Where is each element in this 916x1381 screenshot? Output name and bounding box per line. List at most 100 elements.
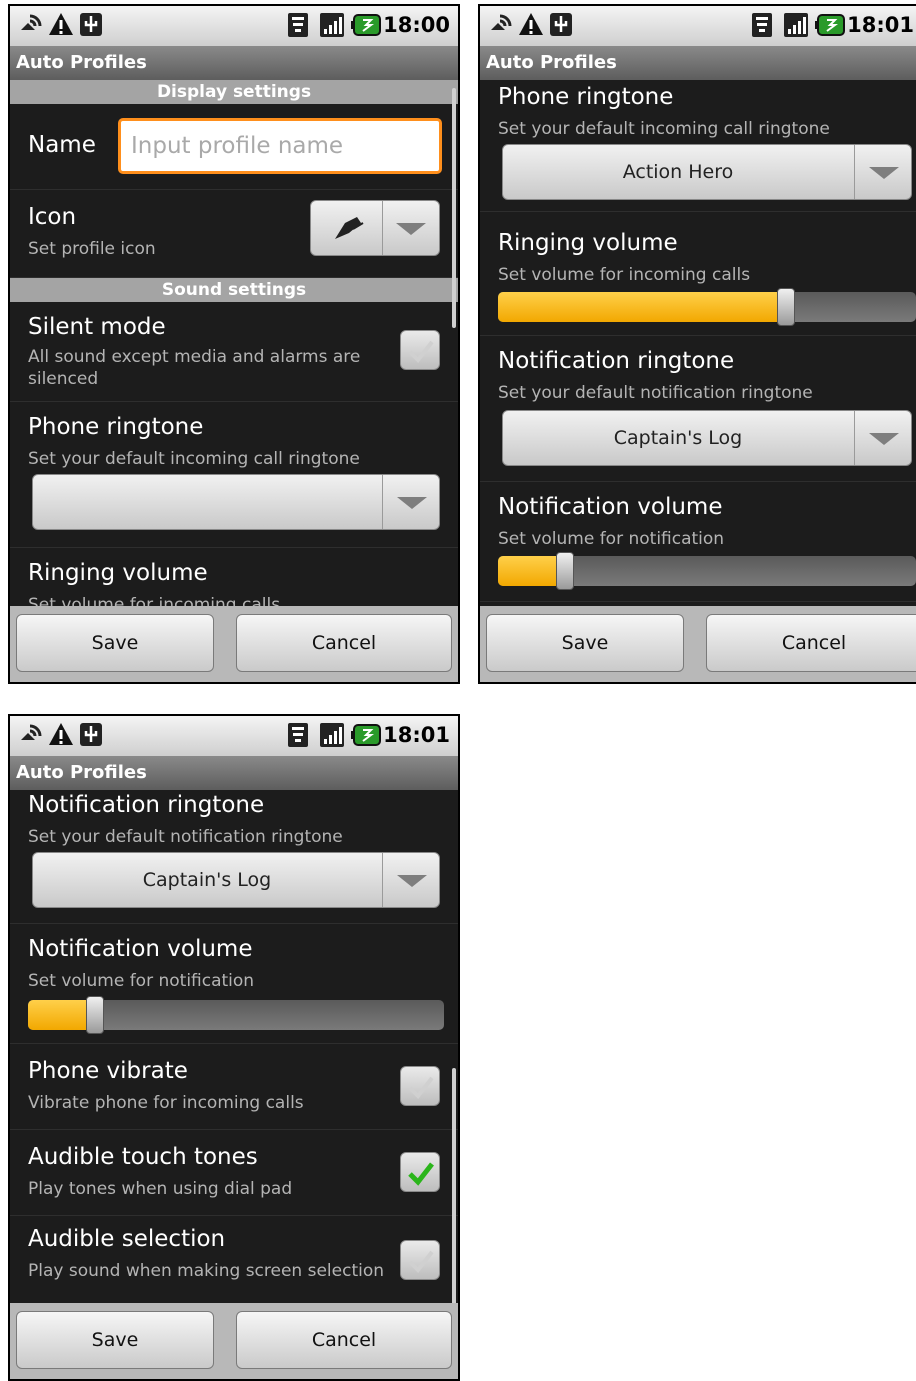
audible-touch-tones-row[interactable]: Audible touch tones Play tones when usin…	[10, 1130, 458, 1216]
status-bar: 18:00	[10, 6, 458, 46]
clock: 18:00	[383, 13, 450, 37]
wifi-icon	[751, 11, 777, 39]
audible-selection-subtitle: Play sound when making screen selection	[28, 1261, 385, 1281]
silent-mode-checkbox[interactable]	[400, 330, 440, 370]
phone-vibrate-subtitle: Vibrate phone for incoming calls	[28, 1093, 304, 1113]
silent-mode-subtitle: All sound except media and alarms are si…	[28, 347, 361, 389]
phone-vibrate-row[interactable]: Phone vibrate Vibrate phone for incoming…	[10, 1044, 458, 1130]
notification-ringtone-title: Notification ringtone	[498, 348, 735, 374]
profile-name-input[interactable]: Input profile name	[118, 118, 442, 174]
phone-ringtone-spinner[interactable]: Action Hero	[502, 144, 912, 200]
icon-row[interactable]: Icon Set profile icon	[10, 190, 458, 278]
chevron-down-icon	[854, 145, 911, 199]
notification-volume-slider[interactable]	[28, 996, 444, 1034]
name-row: Name Input profile name	[10, 104, 458, 190]
cancel-button[interactable]: Cancel	[706, 614, 916, 672]
notification-ringtone-value: Captain's Log	[142, 869, 272, 891]
screen-2: 18:01 Auto Profiles Phone ringtone Set y…	[478, 4, 916, 684]
audible-touch-tones-checkbox[interactable]	[400, 1152, 440, 1192]
slider-fill	[28, 1000, 95, 1030]
chevron-down-icon	[382, 475, 439, 529]
button-bar: Save Cancel	[10, 606, 458, 682]
settings-list[interactable]: Notification ringtone Set your default n…	[10, 790, 458, 1303]
phone-vibrate-title: Phone vibrate	[28, 1058, 188, 1084]
cancel-button[interactable]: Cancel	[236, 1311, 452, 1369]
notification-volume-title: Notification volume	[28, 936, 253, 962]
clock: 18:01	[383, 723, 450, 747]
audible-selection-title: Audible selection	[28, 1226, 226, 1252]
signal-icon	[783, 11, 809, 39]
slider-thumb[interactable]	[777, 288, 795, 326]
ringing-volume-subtitle: Set volume for incoming calls	[498, 265, 751, 285]
notification-volume-subtitle: Set volume for notification	[28, 971, 255, 991]
icon-picker[interactable]	[310, 200, 440, 256]
speaker-icon	[18, 10, 44, 38]
silent-mode-row[interactable]: Silent mode All sound except media and a…	[10, 302, 458, 402]
warning-icon	[48, 720, 74, 748]
audible-touch-tones-title: Audible touch tones	[28, 1144, 258, 1170]
save-button[interactable]: Save	[16, 614, 214, 672]
slider-thumb[interactable]	[556, 552, 574, 590]
settings-list[interactable]: Phone ringtone Set your default incoming…	[480, 80, 916, 606]
usb-icon	[78, 720, 104, 748]
audible-selection-row[interactable]: Audible selection Play sound when making…	[10, 1216, 458, 1303]
audible-touch-tones-subtitle: Play tones when using dial pad	[28, 1179, 293, 1199]
phone-ringtone-subtitle: Set your default incoming call ringtone	[28, 449, 360, 469]
signal-icon	[319, 11, 345, 39]
notification-volume-slider[interactable]	[498, 552, 916, 590]
notification-volume-row[interactable]: Notification volume Set volume for notif…	[10, 924, 458, 1044]
usb-icon	[78, 10, 104, 38]
save-button[interactable]: Save	[16, 1311, 214, 1369]
button-bar: Save Cancel	[480, 606, 916, 682]
battery-icon	[351, 11, 382, 39]
icon-title: Icon	[28, 204, 77, 230]
scrollbar[interactable]	[452, 88, 456, 328]
button-bar: Save Cancel	[10, 1303, 458, 1379]
notification-ringtone-spinner[interactable]: Captain's Log	[32, 852, 440, 908]
save-button[interactable]: Save	[486, 614, 684, 672]
notification-ringtone-value: Captain's Log	[613, 427, 743, 449]
usb-icon	[548, 10, 574, 38]
ringing-volume-title: Ringing volume	[28, 560, 208, 586]
status-bar: 18:01	[480, 6, 916, 46]
battery-icon	[815, 11, 846, 39]
chevron-down-icon	[382, 853, 439, 907]
app-title: Auto Profiles	[10, 756, 458, 790]
settings-list[interactable]: Display settings Name Input profile name…	[10, 80, 458, 606]
phone-ringtone-value: Action Hero	[622, 161, 734, 183]
battery-icon	[351, 721, 382, 749]
status-bar: 18:01	[10, 716, 458, 756]
cancel-button[interactable]: Cancel	[236, 614, 452, 672]
speaker-icon	[18, 720, 44, 748]
audible-selection-checkbox[interactable]	[400, 1240, 440, 1280]
ringing-volume-row[interactable]: Ringing volume Set volume for incoming c…	[480, 212, 916, 336]
phone-ringtone-value	[33, 475, 381, 529]
clock: 18:01	[847, 13, 914, 37]
warning-icon	[518, 10, 544, 38]
scrollbar[interactable]	[452, 1068, 456, 1308]
notification-ringtone-row[interactable]: Notification ringtone Set your default n…	[10, 790, 458, 924]
warning-icon	[48, 10, 74, 38]
chevron-down-icon	[382, 201, 439, 255]
name-label: Name	[28, 132, 96, 158]
slider-fill	[498, 556, 565, 586]
phone-ringtone-row[interactable]: Phone ringtone Set your default incoming…	[480, 80, 916, 212]
section-header-display: Display settings	[10, 80, 458, 104]
notification-volume-row[interactable]: Notification volume Set volume for notif…	[480, 482, 916, 602]
phone-ringtone-spinner[interactable]	[32, 474, 440, 530]
phone-ringtone-title: Phone ringtone	[28, 414, 204, 440]
ringing-volume-row[interactable]: Ringing volume Set volume for incoming c…	[10, 548, 458, 606]
phone-vibrate-checkbox[interactable]	[400, 1066, 440, 1106]
phone-ringtone-title: Phone ringtone	[498, 84, 674, 110]
notification-ringtone-title: Notification ringtone	[28, 792, 265, 818]
speaker-icon	[488, 10, 514, 38]
notification-ringtone-spinner[interactable]: Captain's Log	[502, 410, 912, 466]
ringing-volume-slider[interactable]	[498, 288, 916, 326]
notification-ringtone-subtitle: Set your default notification ringtone	[498, 383, 813, 403]
chevron-down-icon	[854, 411, 911, 465]
slider-thumb[interactable]	[86, 996, 104, 1034]
screen-1: 18:00 Auto Profiles Display settings Nam…	[8, 4, 460, 684]
notification-ringtone-row[interactable]: Notification ringtone Set your default n…	[480, 336, 916, 482]
notification-volume-title: Notification volume	[498, 494, 723, 520]
phone-ringtone-row[interactable]: Phone ringtone Set your default incoming…	[10, 402, 458, 548]
